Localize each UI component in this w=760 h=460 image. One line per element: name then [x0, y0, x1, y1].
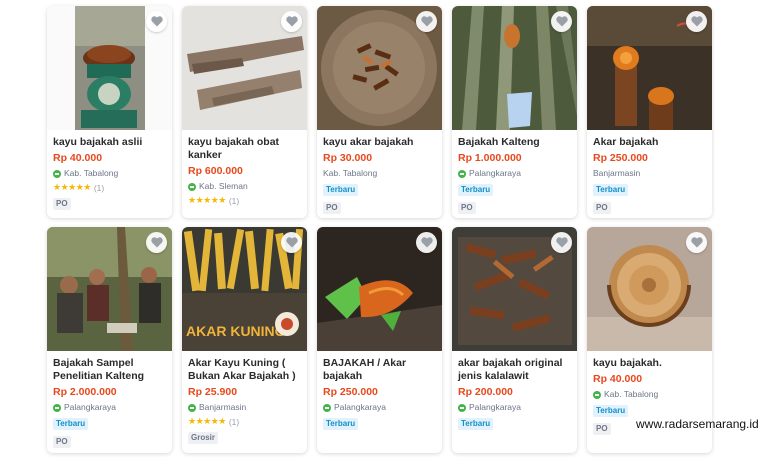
shop-badge-icon — [593, 390, 601, 399]
product-card[interactable]: kayu akar bajakah Rp 30.000 Kab. Tabalon… — [317, 6, 442, 218]
product-title[interactable]: Akar bajakah — [593, 136, 706, 149]
new-badge: Terbaru — [53, 418, 89, 430]
product-image[interactable] — [587, 6, 712, 130]
product-price: Rp 1.000.000 — [458, 152, 522, 164]
star-icon: ★★★★★ — [53, 182, 91, 192]
product-card[interactable]: akar bajakah original jenis kalalawit Rp… — [452, 227, 577, 453]
wishlist-heart-icon[interactable] — [686, 11, 707, 32]
product-card[interactable]: kayu bajakah aslii Rp 40.000 Kab. Tabalo… — [47, 6, 172, 218]
product-title[interactable]: Bajakah Kalteng — [458, 136, 571, 149]
product-image[interactable] — [317, 227, 442, 351]
product-title[interactable]: kayu bajakah obat kanker — [188, 136, 301, 162]
shop-location: Kab. Tabalong — [323, 168, 378, 178]
product-title[interactable]: akar bajakah original jenis kalalawit — [458, 357, 571, 383]
new-badge: Terbaru — [593, 405, 629, 417]
shop-badge-icon — [188, 403, 196, 412]
po-badge: PO — [53, 198, 71, 210]
wishlist-heart-icon[interactable] — [416, 11, 437, 32]
product-image[interactable] — [317, 6, 442, 130]
new-badge: Terbaru — [593, 184, 629, 196]
rating: ★★★★★ (1) — [188, 416, 240, 427]
wishlist-heart-icon[interactable] — [551, 232, 572, 253]
product-title[interactable]: BAJAKAH / Akar bajakah — [323, 357, 436, 383]
product-title[interactable]: Bajakah Sampel Penelitian Kalteng — [53, 357, 166, 383]
product-price: Rp 2.000.000 — [53, 386, 117, 398]
wishlist-heart-icon[interactable] — [551, 11, 572, 32]
new-badge: Terbaru — [458, 418, 494, 430]
product-image[interactable] — [587, 227, 712, 351]
shop-badge-icon — [188, 182, 196, 191]
product-card[interactable]: Bajakah Sampel Penelitian Kalteng Rp 2.0… — [47, 227, 172, 453]
shop-location: Kab. Tabalong — [593, 389, 706, 400]
po-badge: PO — [323, 202, 341, 214]
shop-badge-icon — [53, 169, 61, 178]
product-price: Rp 40.000 — [593, 373, 643, 385]
new-badge: Terbaru — [323, 184, 359, 196]
wishlist-heart-icon[interactable] — [146, 11, 167, 32]
shop-badge-icon — [458, 169, 466, 178]
po-badge: PO — [53, 436, 71, 448]
image-caption: AKAR KUNING — [186, 323, 286, 339]
product-image[interactable] — [47, 6, 172, 130]
shop-location: Palangkaraya — [53, 402, 166, 413]
shop-location: Palangkaraya — [323, 402, 436, 413]
product-price: Rp 250.000 — [323, 386, 378, 398]
product-title[interactable]: Akar Kayu Kuning ( Bukan Akar Bajakah ) — [188, 357, 301, 383]
shop-location: Palangkaraya — [458, 402, 571, 413]
wishlist-heart-icon[interactable] — [686, 232, 707, 253]
product-card[interactable]: kayu bajakah obat kanker Rp 600.000 Kab.… — [182, 6, 307, 218]
star-icon: ★★★★★ — [188, 195, 226, 205]
shop-badge-icon — [458, 403, 466, 412]
wishlist-heart-icon[interactable] — [281, 232, 302, 253]
product-price: Rp 600.000 — [188, 165, 243, 177]
product-image[interactable] — [182, 6, 307, 130]
shop-location: Banjarmasin — [188, 402, 301, 413]
shop-badge-icon — [53, 403, 61, 412]
shop-location: Banjarmasin — [593, 168, 641, 178]
wishlist-heart-icon[interactable] — [416, 232, 437, 253]
shop-badge-icon — [323, 403, 331, 412]
product-price: Rp 250.000 — [593, 152, 648, 164]
product-title[interactable]: kayu bajakah. — [593, 357, 706, 370]
product-image[interactable] — [47, 227, 172, 351]
wishlist-heart-icon[interactable] — [281, 11, 302, 32]
wholesale-badge: Grosir — [188, 432, 219, 444]
rating: ★★★★★ (1) — [188, 195, 240, 206]
po-badge: PO — [593, 202, 611, 214]
product-title[interactable]: kayu akar bajakah — [323, 136, 436, 149]
product-price: Rp 25.900 — [188, 386, 238, 398]
product-title[interactable]: kayu bajakah aslii — [53, 136, 166, 149]
product-price: Rp 40.000 — [53, 152, 103, 164]
product-card[interactable]: AKAR KUNING Akar Kayu Kuning ( Bukan Aka… — [182, 227, 307, 453]
product-card[interactable]: Bajakah Kalteng Rp 1.000.000 Palangkaray… — [452, 6, 577, 218]
product-price: Rp 30.000 — [323, 152, 373, 164]
po-badge: PO — [593, 423, 611, 435]
product-image[interactable]: AKAR KUNING — [182, 227, 307, 351]
product-image[interactable] — [452, 6, 577, 130]
product-price: Rp 200.000 — [458, 386, 513, 398]
new-badge: Terbaru — [458, 184, 494, 196]
product-card[interactable]: BAJAKAH / Akar bajakah Rp 250.000 Palang… — [317, 227, 442, 453]
watermark-text: www.radarsemarang.id — [636, 417, 759, 431]
shop-location: Kab. Tabalong — [53, 168, 166, 179]
po-badge: PO — [458, 202, 476, 214]
shop-location: Palangkaraya — [458, 168, 571, 179]
rating: ★★★★★ (1) — [53, 182, 105, 193]
product-card[interactable]: Akar bajakah Rp 250.000 Banjarmasin Terb… — [587, 6, 712, 218]
new-badge: Terbaru — [323, 418, 359, 430]
star-icon: ★★★★★ — [188, 416, 226, 426]
wishlist-heart-icon[interactable] — [146, 232, 167, 253]
product-image[interactable] — [452, 227, 577, 351]
shop-location: Kab. Sleman — [188, 181, 301, 192]
